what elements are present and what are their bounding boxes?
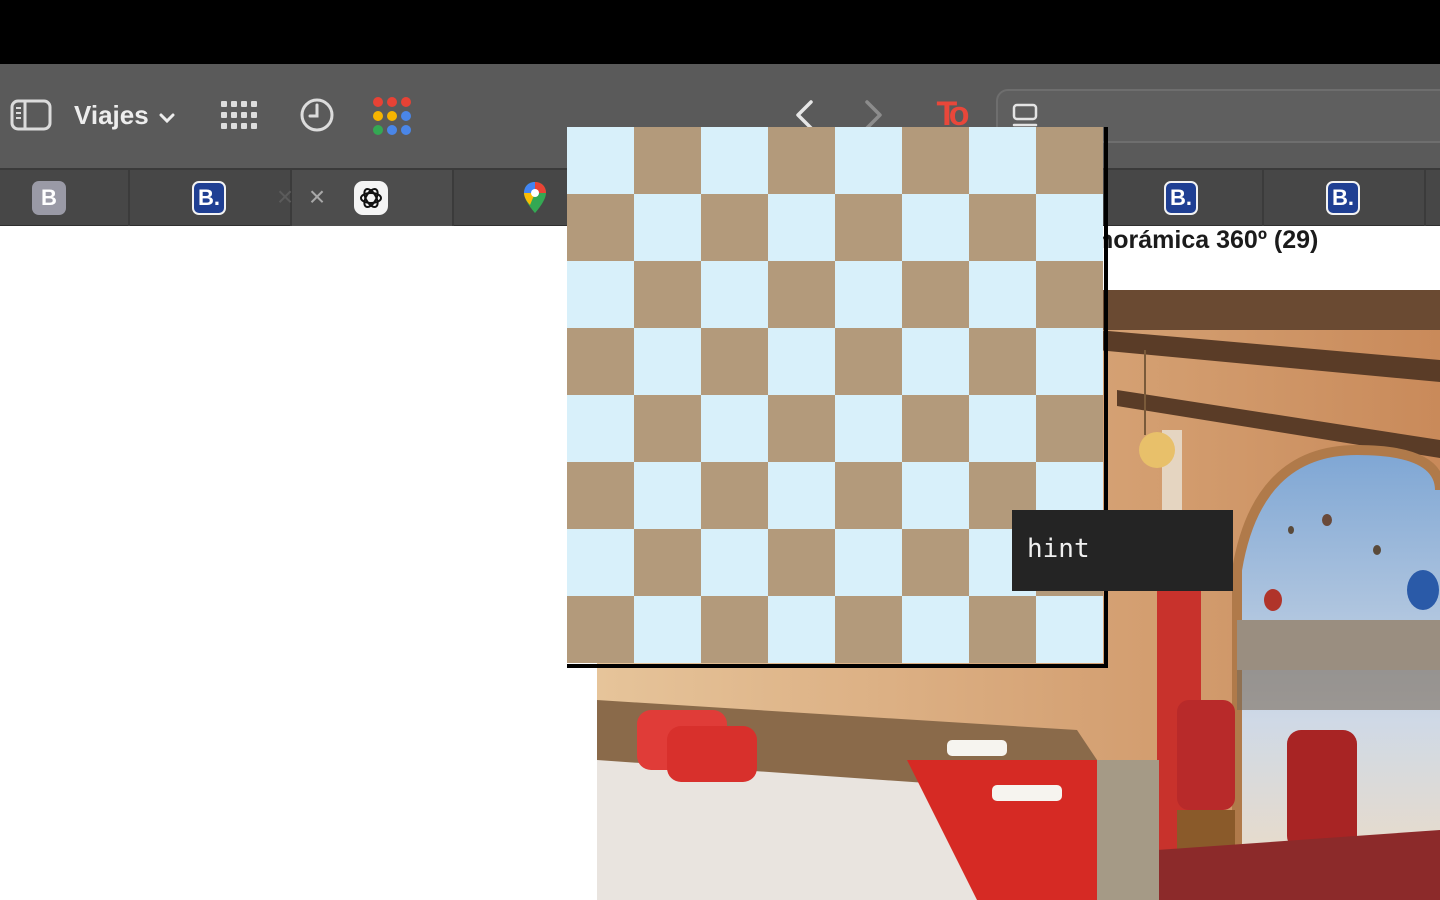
chess-square[interactable] <box>701 596 768 663</box>
chess-square[interactable] <box>567 261 634 328</box>
chevron-down-icon <box>159 100 175 131</box>
booking-gray-icon: B <box>32 181 66 215</box>
chatgpt-icon <box>354 181 388 215</box>
close-icon[interactable]: × <box>304 183 330 211</box>
chess-square[interactable] <box>634 261 701 328</box>
chess-square[interactable] <box>902 127 969 194</box>
chess-square[interactable] <box>1036 194 1103 261</box>
booking-icon: B. <box>192 181 226 215</box>
chess-square[interactable] <box>835 261 902 328</box>
chess-square[interactable] <box>969 596 1036 663</box>
chess-square[interactable] <box>634 596 701 663</box>
chess-square[interactable] <box>701 395 768 462</box>
chess-square[interactable] <box>567 127 634 194</box>
chess-square[interactable] <box>969 261 1036 328</box>
chess-square[interactable] <box>768 462 835 529</box>
hint-button[interactable]: hint <box>1012 510 1233 591</box>
tab-booking-2[interactable]: × B. <box>130 170 293 226</box>
chess-square[interactable] <box>701 529 768 596</box>
booking-icon: B. <box>1326 181 1360 215</box>
chess-square[interactable] <box>902 596 969 663</box>
history-icon[interactable] <box>296 94 338 136</box>
chess-square[interactable] <box>969 194 1036 261</box>
apps-icon[interactable] <box>370 94 414 138</box>
chess-square[interactable] <box>969 328 1036 395</box>
chess-square[interactable] <box>768 529 835 596</box>
chess-square[interactable] <box>902 194 969 261</box>
chess-square[interactable] <box>634 328 701 395</box>
grid-icon[interactable] <box>218 94 260 136</box>
tab-booking-1[interactable]: B <box>0 170 130 226</box>
chess-square[interactable] <box>567 395 634 462</box>
chess-square[interactable] <box>902 328 969 395</box>
chess-square[interactable] <box>1036 261 1103 328</box>
menu-bar <box>0 0 1440 64</box>
chess-square[interactable] <box>634 529 701 596</box>
chess-square[interactable] <box>902 261 969 328</box>
chess-square[interactable] <box>634 395 701 462</box>
chess-square[interactable] <box>768 328 835 395</box>
tab-group-label: Viajes <box>74 99 149 130</box>
chess-square[interactable] <box>701 127 768 194</box>
chess-square[interactable] <box>902 462 969 529</box>
chess-square[interactable] <box>768 194 835 261</box>
chess-square[interactable] <box>701 261 768 328</box>
tab-chatgpt[interactable]: × <box>292 170 454 226</box>
chess-square[interactable] <box>634 462 701 529</box>
chess-square[interactable] <box>835 395 902 462</box>
chess-square[interactable] <box>835 127 902 194</box>
page-heading: norámica 360º (29) <box>1098 226 1319 254</box>
tab-booking-4[interactable]: B. <box>1264 170 1426 226</box>
chess-square[interactable] <box>701 462 768 529</box>
chess-square[interactable] <box>768 261 835 328</box>
chess-square[interactable] <box>768 395 835 462</box>
chess-square[interactable] <box>768 127 835 194</box>
sidebar-icon[interactable] <box>10 98 52 132</box>
screen: Viajes To B × B. × B. B. norámica 360º (… <box>0 0 1440 900</box>
chess-square[interactable] <box>567 529 634 596</box>
chess-square[interactable] <box>969 395 1036 462</box>
chess-square[interactable] <box>835 462 902 529</box>
chess-square[interactable] <box>567 328 634 395</box>
google-maps-icon <box>518 181 552 215</box>
chess-square[interactable] <box>701 194 768 261</box>
chess-square[interactable] <box>768 596 835 663</box>
chess-square[interactable] <box>701 328 768 395</box>
chess-square[interactable] <box>835 328 902 395</box>
chess-square[interactable] <box>835 596 902 663</box>
chess-square[interactable] <box>969 127 1036 194</box>
chess-square[interactable] <box>835 194 902 261</box>
chess-square[interactable] <box>1036 127 1103 194</box>
chess-square[interactable] <box>902 395 969 462</box>
chess-square[interactable] <box>1036 395 1103 462</box>
chess-square[interactable] <box>567 194 634 261</box>
chess-square[interactable] <box>835 529 902 596</box>
chess-square[interactable] <box>1036 328 1103 395</box>
tab-booking-3[interactable]: B. <box>1102 170 1264 226</box>
chess-square[interactable] <box>567 462 634 529</box>
chess-square[interactable] <box>634 127 701 194</box>
booking-icon: B. <box>1164 181 1198 215</box>
chess-square[interactable] <box>567 596 634 663</box>
tab-group-selector[interactable]: Viajes <box>74 98 175 132</box>
chess-square[interactable] <box>902 529 969 596</box>
chess-square[interactable] <box>1036 596 1103 663</box>
chess-square[interactable] <box>634 194 701 261</box>
